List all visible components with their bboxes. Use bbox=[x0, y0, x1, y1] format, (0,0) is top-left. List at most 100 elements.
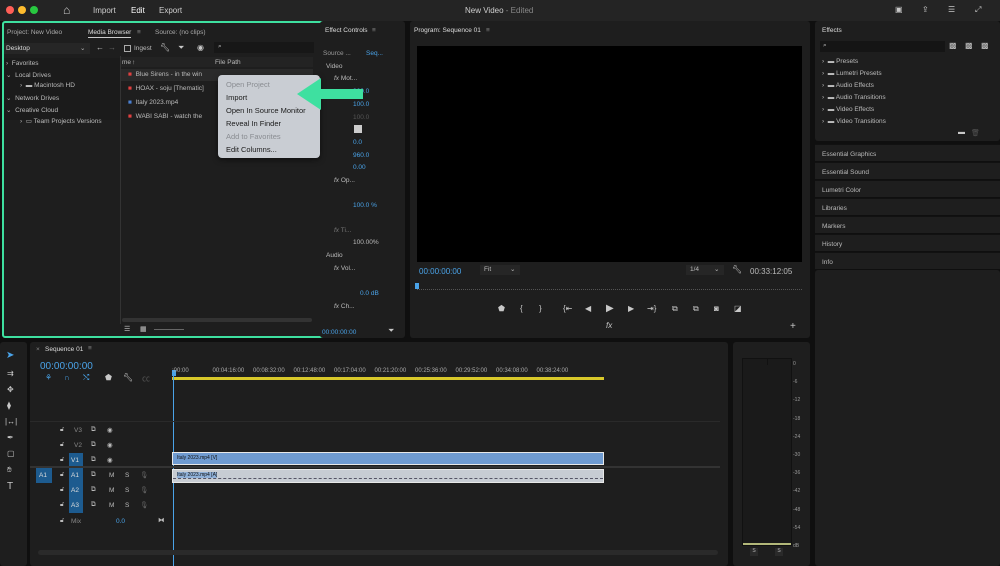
home-icon[interactable]: ⌂ bbox=[63, 3, 70, 17]
channel-volume-effect[interactable]: Ch... bbox=[341, 303, 355, 310]
effects-folder-presets[interactable]: Presets bbox=[836, 58, 858, 65]
play-icon[interactable]: ▶︎ bbox=[606, 303, 614, 314]
speed-value[interactable]: 100.00% bbox=[353, 239, 379, 246]
horizontal-scrollbar[interactable] bbox=[122, 318, 312, 322]
pen-tool-icon[interactable]: ✒ bbox=[7, 433, 14, 442]
track-label-v3[interactable]: V3 bbox=[74, 427, 82, 434]
collapse-icon[interactable]: ⌄ bbox=[6, 95, 11, 102]
tab-project[interactable]: Project: New Video bbox=[7, 29, 62, 36]
resolution-dropdown[interactable]: 1/4 ⌄ bbox=[686, 265, 724, 275]
timeline-timecode[interactable]: 00:00:00:00 bbox=[40, 361, 93, 372]
opacity-value[interactable]: 100.0 % bbox=[353, 202, 377, 209]
panel-menu-icon[interactable]: ≡ bbox=[137, 29, 141, 36]
track-label-v2[interactable]: V2 bbox=[74, 442, 82, 449]
audio-clip[interactable]: Italy 2023.mp4 [A] bbox=[172, 469, 604, 483]
panel-info[interactable]: Info bbox=[815, 252, 1000, 269]
tree-team-projects[interactable]: Team Projects Versions bbox=[34, 118, 102, 125]
tab-effect-controls[interactable]: Effect Controls bbox=[325, 27, 368, 34]
file-item[interactable]: HOAX - soju [Thematic] bbox=[136, 85, 204, 92]
yuv-effects-icon[interactable]: ▩ bbox=[981, 41, 989, 50]
panel-essential-graphics[interactable]: Essential Graphics bbox=[815, 144, 1000, 161]
filter-icon[interactable]: ⏷ bbox=[178, 43, 184, 53]
menu-item-open-project[interactable]: Open Project bbox=[226, 80, 270, 89]
snap-icon[interactable]: ∩ bbox=[64, 373, 70, 382]
eye-icon[interactable]: ◉ bbox=[107, 441, 113, 449]
search-input[interactable]: ⌕ bbox=[214, 42, 314, 53]
mute-button[interactable]: M bbox=[109, 472, 114, 479]
eye-icon[interactable]: ◉ bbox=[107, 456, 113, 464]
source-selector[interactable]: Source ... bbox=[323, 50, 351, 57]
workspaces-icon[interactable]: ☰ bbox=[948, 5, 955, 14]
quick-export-icon[interactable]: ▣ bbox=[895, 5, 903, 14]
filter-icon[interactable]: ⏷ bbox=[388, 326, 394, 336]
menu-item-import[interactable]: Import bbox=[226, 93, 247, 102]
tree-network-drives[interactable]: Network Drives bbox=[15, 95, 59, 102]
tab-media-browser[interactable]: Media Browser bbox=[88, 29, 132, 38]
volume-effect[interactable]: Vol... bbox=[341, 265, 355, 272]
effects-folder-video-transitions[interactable]: Video Transitions bbox=[836, 118, 886, 125]
go-to-out-icon[interactable]: ⇥} bbox=[647, 304, 656, 313]
source-patch-a1[interactable]: A1 bbox=[36, 468, 52, 483]
tree-creative-cloud[interactable]: Creative Cloud bbox=[15, 107, 58, 114]
effects-folder-lumetri-presets[interactable]: Lumetri Presets bbox=[836, 70, 882, 77]
solo-button[interactable]: S bbox=[125, 472, 129, 479]
menu-item-add-to-favorites[interactable]: Add to Favorites bbox=[226, 132, 281, 141]
ingest-checkbox[interactable] bbox=[124, 45, 131, 52]
mute-button[interactable]: M bbox=[109, 502, 114, 509]
effects-search-input[interactable]: ⌕ bbox=[820, 41, 945, 52]
tree-macintosh-hd[interactable]: Macintosh HD bbox=[34, 82, 75, 89]
sequence-tab[interactable]: Sequence 01 bbox=[45, 346, 83, 353]
location-dropdown[interactable]: Desktop ⌄ bbox=[4, 43, 90, 54]
icon-view-icon[interactable]: ▦ bbox=[140, 325, 147, 333]
track-label-a2[interactable]: A2 bbox=[69, 483, 83, 498]
mix-value[interactable]: 0.0 bbox=[116, 518, 125, 525]
mark-out-icon[interactable]: } bbox=[539, 304, 542, 313]
solo-right-button[interactable]: S bbox=[775, 548, 783, 556]
panel-markers[interactable]: Markers bbox=[815, 216, 1000, 233]
list-view-icon[interactable]: ☰ bbox=[124, 325, 130, 333]
linked-selection-icon[interactable]: ⤭ bbox=[83, 373, 89, 383]
rectangle-tool-icon[interactable]: ▢ bbox=[7, 449, 15, 458]
file-item[interactable]: Italy 2023.mp4 bbox=[136, 99, 179, 106]
ripple-edit-tool-icon[interactable]: ✥ bbox=[7, 385, 14, 394]
solo-button[interactable]: S bbox=[125, 487, 129, 494]
playhead-timecode[interactable]: 00:00:00:00 bbox=[419, 267, 461, 276]
selection-tool-icon[interactable]: ➤ bbox=[6, 350, 14, 361]
solo-left-button[interactable]: S bbox=[750, 548, 758, 556]
panel-libraries[interactable]: Libraries bbox=[815, 198, 1000, 215]
wrench-icon[interactable]: 🔧︎ bbox=[160, 43, 170, 52]
anchor-value[interactable]: 960.0 bbox=[353, 152, 369, 159]
file-item[interactable]: WABI SABI - watch the bbox=[136, 113, 203, 120]
close-window-button[interactable] bbox=[6, 6, 14, 14]
video-clip[interactable]: Italy 2023.mp4 [V] bbox=[172, 452, 604, 465]
tree-favorites[interactable]: Favorites bbox=[12, 60, 39, 67]
time-remap-effect[interactable]: Ti... bbox=[341, 227, 352, 234]
new-bin-icon[interactable]: ▬ bbox=[958, 129, 965, 136]
program-title[interactable]: Program: Sequence 01 bbox=[414, 27, 481, 34]
menu-import[interactable]: Import bbox=[93, 6, 116, 15]
settings-wrench-icon[interactable]: 🔧︎ bbox=[732, 265, 742, 274]
menu-item-reveal-in-finder[interactable]: Reveal In Finder bbox=[226, 119, 281, 128]
export-frame-icon[interactable]: ◙ bbox=[714, 304, 719, 313]
panel-lumetri-color[interactable]: Lumetri Color bbox=[815, 180, 1000, 197]
menu-export[interactable]: Export bbox=[159, 6, 182, 15]
accelerated-effects-icon[interactable]: ▩ bbox=[949, 41, 957, 50]
menu-item-edit-columns[interactable]: Edit Columns... bbox=[226, 145, 277, 154]
32bit-effects-icon[interactable]: ▩ bbox=[965, 41, 973, 50]
track-select-tool-icon[interactable]: ⇉ bbox=[7, 369, 14, 378]
track-label-a1[interactable]: A1 bbox=[69, 468, 83, 483]
button-editor-icon[interactable]: + bbox=[790, 321, 796, 332]
panel-history[interactable]: History bbox=[815, 234, 1000, 251]
expand-icon[interactable]: › bbox=[20, 82, 22, 89]
step-back-icon[interactable]: ◀︎ bbox=[585, 304, 591, 313]
minimize-window-button[interactable] bbox=[18, 6, 26, 14]
opacity-effect[interactable]: Op... bbox=[341, 177, 355, 184]
collapse-icon[interactable]: ⌄ bbox=[6, 107, 11, 114]
go-to-in-icon[interactable]: {⇤ bbox=[563, 304, 572, 313]
uniform-scale-checkbox[interactable] bbox=[354, 125, 362, 133]
type-tool-icon[interactable]: T bbox=[7, 481, 13, 492]
solo-button[interactable]: S bbox=[125, 502, 129, 509]
extract-icon[interactable]: ⧉ bbox=[693, 304, 699, 314]
effects-folder-audio-effects[interactable]: Audio Effects bbox=[836, 82, 874, 89]
hand-tool-icon[interactable]: ✋︎ bbox=[7, 465, 12, 475]
